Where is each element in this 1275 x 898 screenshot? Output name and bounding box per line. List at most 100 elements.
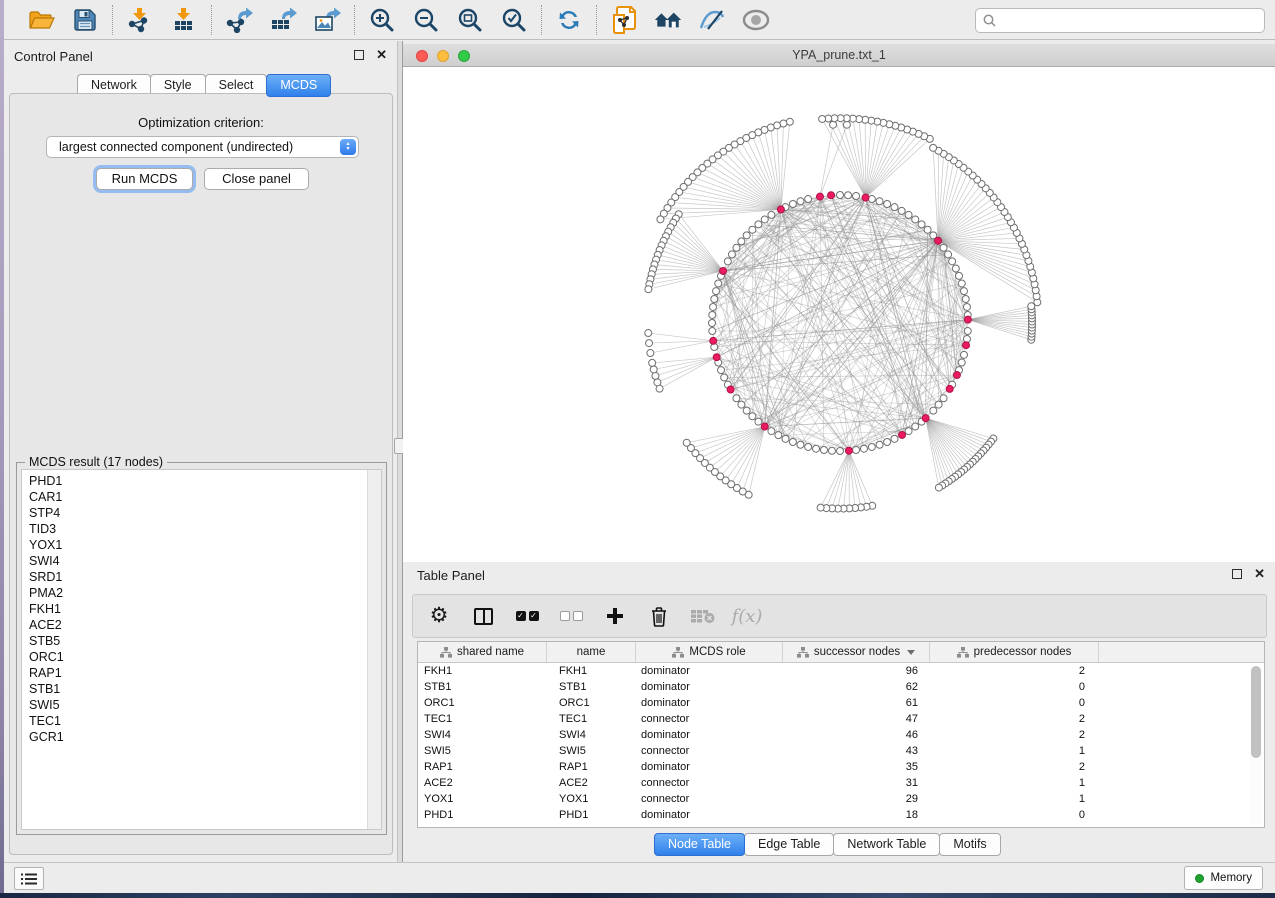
mcds-result-list[interactable]: PHD1CAR1STP4TID3YOX1SWI4SRD1PMA2FKH1ACE2… [21,469,382,830]
sort-descending-icon [907,650,915,655]
cell-successor-nodes: 35 [783,759,930,775]
tab[interactable]: Node Table [654,833,745,856]
table-scrollbar-thumb[interactable] [1251,666,1261,758]
tab[interactable]: Edge Table [744,833,834,856]
cell-predecessor-nodes: 2 [930,727,1099,743]
tab[interactable]: MCDS [266,74,331,97]
import-network-icon[interactable] [126,6,154,34]
cell-predecessor-nodes: 2 [930,759,1099,775]
import-table-icon[interactable] [170,6,198,34]
mcds-result-item[interactable]: TEC1 [29,713,381,729]
search-box[interactable] [975,8,1265,33]
cell-mcds-role: connector [636,791,783,807]
column-header[interactable]: successor nodes [783,642,930,662]
zoom-selected-icon[interactable] [500,6,528,34]
mcds-result-item[interactable]: TID3 [29,521,381,537]
export-image-icon[interactable] [313,6,341,34]
zoom-in-icon[interactable] [368,6,396,34]
refresh-icon[interactable] [555,6,583,34]
mcds-result-item[interactable]: STB1 [29,681,381,697]
criterion-dropdown[interactable]: largest connected component (undirected)… [46,136,359,158]
mcds-result-item[interactable]: CAR1 [29,489,381,505]
column-header[interactable]: shared name [418,642,547,662]
criterion-dropdown-value: largest connected component (undirected) [59,140,293,154]
mcds-result-title: MCDS result (17 nodes) [25,455,167,469]
cell-shared-name: ACE2 [418,775,547,791]
show-all-icon[interactable] [742,6,770,34]
list-icon [21,873,37,885]
run-mcds-button[interactable]: Run MCDS [96,168,193,190]
tab-label: Edge Table [758,837,820,851]
mcds-result-item[interactable]: SWI4 [29,553,381,569]
zoom-fit-icon[interactable] [456,6,484,34]
table-settings-icon[interactable]: ⚙ [427,603,451,629]
hide-selected-icon[interactable] [698,6,726,34]
mcds-result-item[interactable]: STB5 [29,633,381,649]
table-panel-tabs: Node Table Edge Table Network Table Motifs [655,833,1001,856]
tab[interactable]: Network Table [833,833,940,856]
memory-button[interactable]: Memory [1184,866,1263,890]
save-session-icon[interactable] [71,6,99,34]
column-header-label: name [577,646,606,658]
column-header[interactable]: predecessor nodes [930,642,1099,662]
table-row[interactable]: ACE2 ACE2 connector 31 1 [418,775,1264,791]
delete-columns-icon[interactable] [647,603,671,629]
zoom-out-icon[interactable] [412,6,440,34]
mcds-result-item[interactable]: ACE2 [29,617,381,633]
float-panel-icon[interactable] [1232,569,1242,579]
table-header-row: shared name name MCDS role successor nod… [418,642,1264,663]
export-network-icon[interactable] [225,6,253,34]
close-panel-icon[interactable]: ✕ [376,50,387,60]
window-maximize-icon[interactable] [458,50,470,62]
first-neighbors-icon[interactable] [654,6,682,34]
table-scrollbar[interactable] [1250,666,1262,824]
control-panel-titlebar: Control Panel ✕ [4,47,397,69]
table-row[interactable]: ORC1 ORC1 dominator 61 0 [418,695,1264,711]
cell-name: SWI4 [547,727,636,743]
mcds-result-item[interactable]: STP4 [29,505,381,521]
column-header-label: predecessor nodes [974,646,1072,658]
mcds-result-item[interactable]: GCR1 [29,729,381,745]
mcds-result-item[interactable]: PHD1 [29,473,381,489]
task-history-button[interactable] [14,867,44,890]
column-header[interactable]: name [547,642,636,662]
mcds-result-item[interactable]: SRD1 [29,569,381,585]
close-panel-button[interactable]: Close panel [204,168,309,190]
create-column-icon[interactable] [603,603,627,629]
table-row[interactable]: SWI4 SWI4 dominator 46 2 [418,727,1264,743]
tab-label: Network Table [847,837,926,851]
tab-label: Network [91,78,137,92]
mcds-result-scrollbar[interactable] [367,470,381,829]
export-table-icon[interactable] [269,6,297,34]
cell-successor-nodes: 62 [783,679,930,695]
window-close-icon[interactable] [416,50,428,62]
table-row[interactable]: FKH1 FKH1 dominator 96 2 [418,663,1264,679]
network-canvas[interactable] [403,67,1275,562]
mcds-result-item[interactable]: YOX1 [29,537,381,553]
close-panel-icon[interactable]: ✕ [1254,569,1265,579]
float-panel-icon[interactable] [354,50,364,60]
table-row[interactable]: RAP1 RAP1 dominator 35 2 [418,759,1264,775]
tab[interactable]: Motifs [939,833,1000,856]
show-column-panel-icon[interactable] [471,603,495,629]
mcds-result-item[interactable]: RAP1 [29,665,381,681]
mcds-result-item[interactable]: ORC1 [29,649,381,665]
column-header[interactable]: MCDS role [636,642,783,662]
table-row[interactable]: YOX1 YOX1 connector 29 1 [418,791,1264,807]
cell-predecessor-nodes: 0 [930,807,1099,823]
select-all-columns-icon[interactable]: ✓✓ [515,603,539,629]
open-session-icon[interactable] [27,6,55,34]
cell-predecessor-nodes: 2 [930,663,1099,679]
cell-mcds-role: dominator [636,727,783,743]
mcds-result-item[interactable]: PMA2 [29,585,381,601]
deselect-all-columns-icon[interactable] [559,603,583,629]
mcds-result-item[interactable]: SWI5 [29,697,381,713]
mcds-result-item[interactable]: FKH1 [29,601,381,617]
table-row[interactable]: STB1 STB1 dominator 62 0 [418,679,1264,695]
new-network-from-selection-icon[interactable] [610,6,638,34]
table-row[interactable]: TEC1 TEC1 connector 47 2 [418,711,1264,727]
table-row[interactable]: SWI5 SWI5 connector 43 1 [418,743,1264,759]
search-input[interactable] [1001,14,1264,28]
window-minimize-icon[interactable] [437,50,449,62]
table-row[interactable]: PHD1 PHD1 dominator 18 0 [418,807,1264,823]
